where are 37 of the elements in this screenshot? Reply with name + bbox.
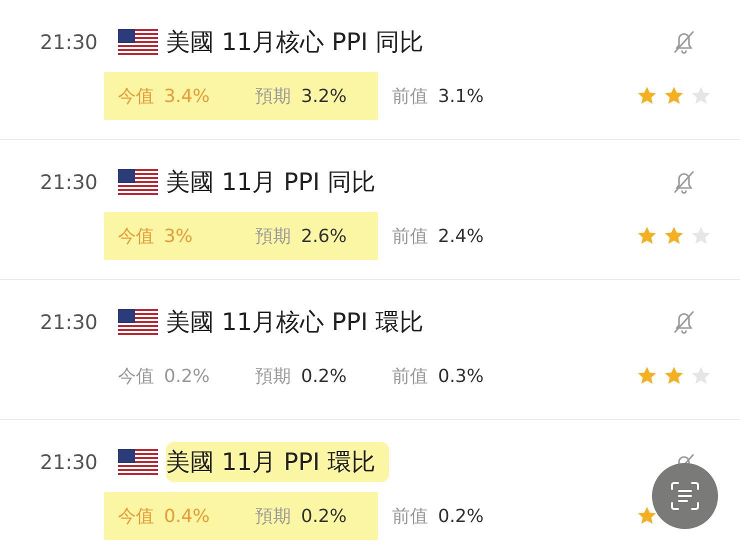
value-text: 0.4% bbox=[164, 506, 210, 527]
scan-text-icon bbox=[669, 480, 701, 512]
event-title: 美國 11月 PPI 同比 bbox=[166, 167, 376, 198]
value-text: 3.4% bbox=[164, 86, 210, 107]
value-text: 0.2% bbox=[301, 366, 347, 387]
event-time: 21:30 bbox=[40, 170, 99, 194]
event-title: 美國 11月核心 PPI 環比 bbox=[166, 307, 424, 338]
value-text: 0.2% bbox=[164, 366, 210, 387]
event-title: 美國 11月核心 PPI 同比 bbox=[166, 27, 424, 58]
flag-icon bbox=[118, 449, 158, 475]
value-label: 今值 bbox=[118, 506, 154, 527]
value-label: 今值 bbox=[118, 226, 154, 247]
value-text: 3% bbox=[164, 226, 193, 247]
value-label: 前值 bbox=[392, 86, 428, 107]
value-text: 3.2% bbox=[301, 86, 347, 107]
event-time: 21:30 bbox=[40, 30, 99, 54]
value-label: 預期 bbox=[255, 366, 291, 387]
event-title: 美國 11月 PPI 環比 bbox=[166, 442, 390, 482]
value-label: 前值 bbox=[392, 506, 428, 527]
event-time: 21:30 bbox=[40, 310, 99, 334]
value-text: 2.6% bbox=[301, 226, 347, 247]
value-label: 前值 bbox=[392, 366, 428, 387]
event-time: 21:30 bbox=[40, 450, 99, 474]
value-label: 預期 bbox=[255, 86, 291, 107]
value-label: 今值 bbox=[118, 366, 154, 387]
value-text: 0.3% bbox=[438, 366, 484, 387]
value-label: 預期 bbox=[255, 226, 291, 247]
value-text: 3.1% bbox=[438, 86, 484, 107]
value-label: 前值 bbox=[392, 226, 428, 247]
value-text: 2.4% bbox=[438, 226, 484, 247]
flag-icon bbox=[118, 29, 158, 55]
value-label: 今值 bbox=[118, 86, 154, 107]
value-label: 預期 bbox=[255, 506, 291, 527]
value-text: 0.2% bbox=[301, 506, 347, 527]
flag-icon bbox=[118, 309, 158, 335]
value-text: 0.2% bbox=[438, 506, 484, 527]
flag-icon bbox=[118, 169, 158, 195]
